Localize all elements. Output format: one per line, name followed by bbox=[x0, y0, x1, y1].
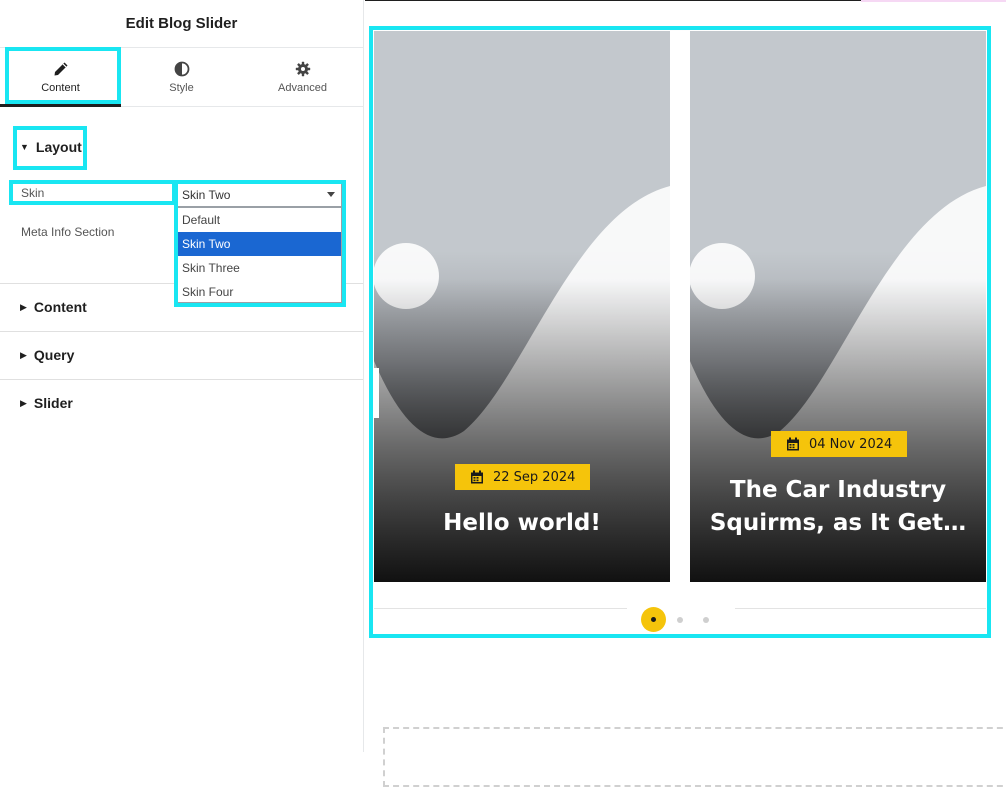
calendar-icon bbox=[787, 437, 799, 451]
skin-option-skin-three[interactable]: Skin Three bbox=[178, 256, 341, 280]
caret-right-icon: ▶ bbox=[20, 349, 27, 360]
skin-option-default[interactable]: Default bbox=[178, 208, 341, 232]
preview-top-accent bbox=[861, 0, 1006, 2]
post-date: 04 Nov 2024 bbox=[809, 436, 893, 452]
skin-select-value: Skin Two bbox=[182, 187, 231, 202]
pager-divider-left bbox=[374, 608, 627, 609]
caret-down-icon: ▼ bbox=[20, 142, 29, 152]
pagination-dot-2[interactable] bbox=[677, 617, 683, 623]
gear-icon bbox=[295, 61, 310, 77]
half-circle-icon bbox=[174, 61, 189, 77]
skin-option-skin-two[interactable]: Skin Two bbox=[178, 232, 341, 256]
slide-1[interactable]: 22 Sep 2024 Hello world! bbox=[374, 31, 670, 582]
panel-header: Edit Blog Slider bbox=[0, 0, 363, 48]
section-query-header[interactable]: ▶ Query bbox=[20, 345, 74, 365]
pencil-icon bbox=[54, 62, 67, 76]
pagination-dot-3[interactable] bbox=[703, 617, 709, 623]
add-section-dropzone[interactable] bbox=[383, 727, 1006, 787]
placeholder-image bbox=[374, 31, 670, 582]
calendar-icon bbox=[471, 470, 483, 484]
panel-tabs: Content Style Advanced bbox=[0, 49, 363, 107]
pagination-dot-1[interactable] bbox=[641, 607, 666, 632]
skin-label: Skin bbox=[21, 186, 45, 200]
section-slider-header[interactable]: ▶ Slider bbox=[20, 393, 73, 413]
section-layout-label: Layout bbox=[35, 139, 82, 155]
date-badge: 22 Sep 2024 bbox=[455, 464, 591, 490]
panel-title: Edit Blog Slider bbox=[125, 15, 238, 32]
caret-right-icon: ▶ bbox=[20, 301, 27, 312]
caret-right-icon: ▶ bbox=[20, 397, 27, 408]
post-title[interactable]: Hello world! bbox=[374, 507, 670, 540]
post-title-line-2: Squirms, as It Get… bbox=[709, 510, 967, 536]
meta-info-label: Meta Info Section bbox=[21, 225, 115, 239]
editor-panel: Edit Blog Slider Content Style Advanced … bbox=[0, 0, 364, 752]
tab-style-label: Style bbox=[169, 82, 194, 94]
preview-top-border bbox=[365, 0, 861, 1]
post-title[interactable]: The Car Industry Squirms, as It Get… bbox=[690, 474, 986, 540]
panel-collapse-handle[interactable] bbox=[374, 368, 379, 418]
date-badge: 04 Nov 2024 bbox=[771, 431, 908, 457]
tab-content[interactable]: Content bbox=[0, 49, 121, 107]
pager-divider-right bbox=[735, 608, 986, 609]
slide-2[interactable]: 04 Nov 2024 The Car Industry Squirms, as… bbox=[690, 31, 986, 582]
section-content-label: Content bbox=[33, 299, 87, 315]
tab-content-label: Content bbox=[41, 82, 80, 94]
chevron-down-icon bbox=[327, 192, 335, 197]
post-title-line-1: The Car Industry bbox=[729, 477, 947, 503]
skin-select[interactable]: Skin Two bbox=[177, 182, 342, 207]
post-date: 22 Sep 2024 bbox=[493, 469, 576, 485]
tab-advanced-label: Advanced bbox=[278, 82, 327, 94]
section-content-header[interactable]: ▶ Content bbox=[20, 297, 87, 317]
section-slider-label: Slider bbox=[33, 395, 73, 411]
section-query-label: Query bbox=[33, 347, 75, 363]
tab-style[interactable]: Style bbox=[121, 49, 242, 106]
tab-advanced[interactable]: Advanced bbox=[242, 49, 363, 106]
section-layout-header[interactable]: ▼ Layout bbox=[20, 137, 82, 157]
